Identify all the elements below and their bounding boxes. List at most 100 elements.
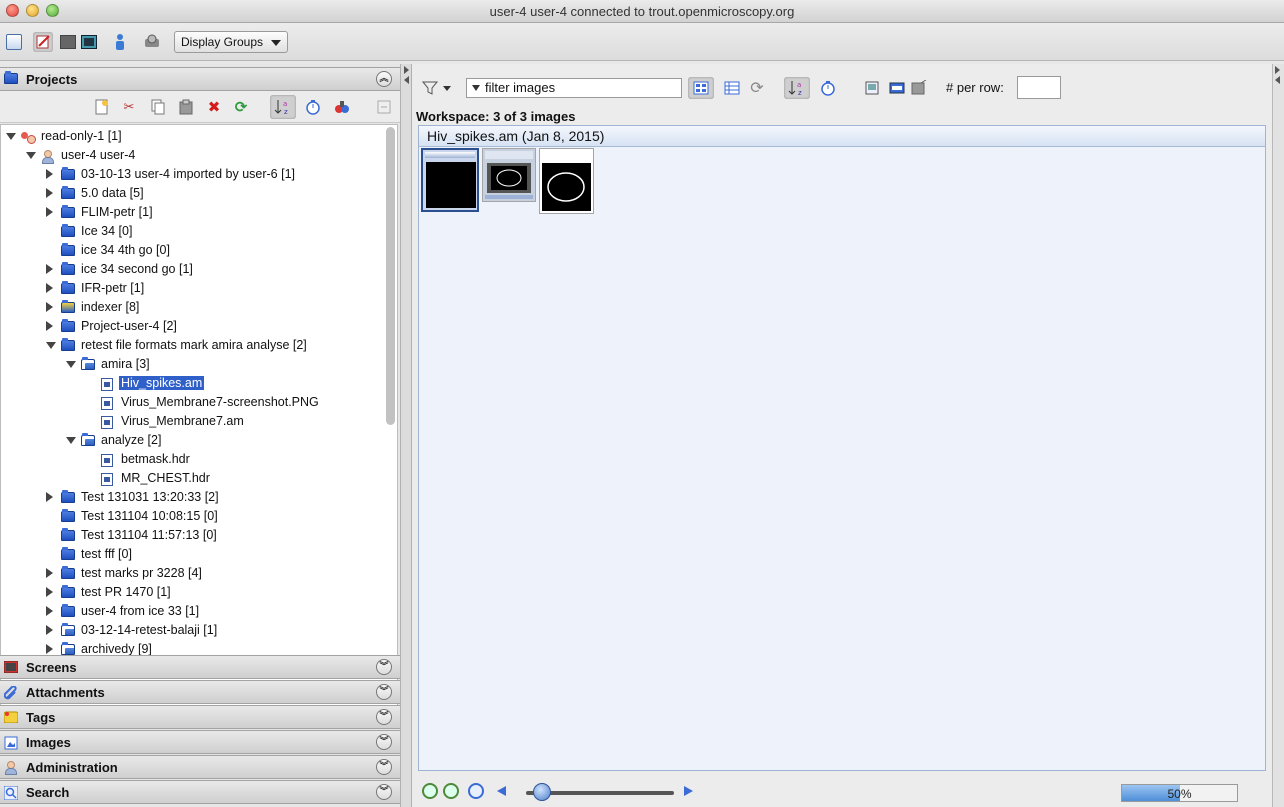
sort-by-date-icon[interactable]	[819, 79, 837, 97]
projects-section-header[interactable]: Projects ︽	[0, 67, 400, 91]
expand-section-icon[interactable]: ︾	[376, 784, 392, 800]
previous-arrow-icon[interactable]	[497, 786, 506, 796]
collapsed-triangle-icon[interactable]	[46, 587, 53, 597]
tree-row[interactable]: Virus_Membrane7.am	[1, 412, 381, 431]
tree-row[interactable]: read-only-1 [1]	[1, 127, 381, 146]
zoom-out-icon[interactable]	[422, 783, 438, 799]
paste-icon[interactable]	[178, 99, 194, 115]
zoom-slider-knob[interactable]	[532, 783, 551, 801]
screen-view-icon[interactable]	[79, 32, 99, 52]
filter-tags-icon[interactable]	[334, 99, 350, 115]
tree-row[interactable]: ice 34 4th go [0]	[1, 241, 381, 260]
images-section-header[interactable]: Images ︾	[0, 730, 400, 754]
collapsed-triangle-icon[interactable]	[46, 568, 53, 578]
magnify-icon[interactable]	[910, 79, 928, 97]
tree-row[interactable]: betmask.hdr	[1, 450, 381, 469]
expanded-triangle-icon[interactable]	[26, 152, 36, 159]
tree-row[interactable]: ice 34 second go [1]	[1, 260, 381, 279]
expand-section-icon[interactable]: ︾	[376, 734, 392, 750]
collapsed-triangle-icon[interactable]	[46, 606, 53, 616]
attachments-section-header[interactable]: Attachments ︾	[0, 680, 400, 704]
expand-section-icon[interactable]: ︾	[376, 684, 392, 700]
tree-row[interactable]: Virus_Membrane7-screenshot.PNG	[1, 393, 381, 412]
collapsed-triangle-icon[interactable]	[46, 492, 53, 502]
collapsed-triangle-icon[interactable]	[46, 283, 53, 293]
thumbnail-view-icon[interactable]	[688, 77, 714, 99]
tree-row[interactable]: test fff [0]	[1, 545, 381, 564]
tree-row[interactable]: Project-user-4 [2]	[1, 317, 381, 336]
filter-menu-icon[interactable]	[422, 79, 452, 97]
refresh-icon[interactable]: ⟳	[233, 99, 249, 116]
slideshow-icon[interactable]	[888, 79, 906, 97]
tree-row[interactable]: FLIM-petr [1]	[1, 203, 381, 222]
tree-scrollbar[interactable]	[386, 127, 395, 425]
tree-row[interactable]: test PR 1470 [1]	[1, 583, 381, 602]
collapse-all-icon[interactable]	[376, 99, 392, 115]
viewer-icon[interactable]	[58, 32, 78, 52]
refresh-icon[interactable]: ⟳	[748, 79, 766, 97]
collapsed-triangle-icon[interactable]	[46, 169, 53, 179]
tree-row[interactable]: 03-12-14-retest-balaji [1]	[1, 621, 381, 640]
expand-left-icon[interactable]	[1275, 76, 1280, 84]
projects-tree[interactable]: read-only-1 [1] user-4 user-4 03-10-13 use…	[0, 124, 398, 716]
tree-row[interactable]: IFR-petr [1]	[1, 279, 381, 298]
new-item-icon[interactable]	[94, 99, 110, 115]
tree-row[interactable]: 5.0 data [5]	[1, 184, 381, 203]
administration-section-header[interactable]: Administration ︾	[0, 755, 400, 779]
expand-section-icon[interactable]: ︾	[376, 659, 392, 675]
thumbnail-virus-membrane[interactable]	[539, 148, 594, 214]
sort-alphabetical-icon[interactable]: az	[784, 77, 810, 99]
cut-icon[interactable]: ✂	[121, 99, 137, 115]
collapsed-triangle-icon[interactable]	[46, 264, 53, 274]
screens-section-header[interactable]: Screens ︾	[0, 655, 400, 679]
thumbnail-workspace[interactable]: Hiv_spikes.am (Jan 8, 2015)	[418, 125, 1266, 771]
display-groups-dropdown[interactable]: Display Groups	[174, 31, 288, 53]
tree-row[interactable]: Ice 34 [0]	[1, 222, 381, 241]
tags-section-header[interactable]: Tags ︾	[0, 705, 400, 729]
search-section-header[interactable]: Search ︾	[0, 780, 400, 804]
thumbnail-virus-membrane-screenshot[interactable]	[482, 148, 536, 202]
tree-row[interactable]: Test 131031 13:20:33 [2]	[1, 488, 381, 507]
tree-row[interactable]: analyze [2]	[1, 431, 381, 450]
zoom-fit-icon[interactable]	[468, 783, 484, 799]
tree-row[interactable]: indexer [8]	[1, 298, 381, 317]
tools-icon[interactable]	[142, 32, 162, 52]
expand-left-icon[interactable]	[404, 76, 409, 84]
collapse-section-icon[interactable]: ︽	[376, 71, 392, 87]
tree-row[interactable]: MR_CHEST.hdr	[1, 469, 381, 488]
tree-row[interactable]: test marks pr 3228 [4]	[1, 564, 381, 583]
collapsed-triangle-icon[interactable]	[46, 644, 53, 654]
sort-by-date-icon[interactable]	[305, 99, 321, 115]
expand-right-icon[interactable]	[1275, 66, 1280, 74]
collapsed-triangle-icon[interactable]	[46, 321, 53, 331]
tree-row[interactable]: 03-10-13 user-4 imported by user-6 [1]	[1, 165, 381, 184]
thumbnail-hiv-spikes[interactable]	[421, 148, 479, 212]
copy-icon[interactable]	[150, 99, 166, 115]
expanded-triangle-icon[interactable]	[46, 342, 56, 349]
edit-notes-icon[interactable]	[33, 32, 53, 52]
delete-icon[interactable]: ✖	[206, 99, 222, 116]
expand-section-icon[interactable]: ︾	[376, 759, 392, 775]
next-arrow-icon[interactable]	[684, 786, 693, 796]
collapsed-triangle-icon[interactable]	[46, 625, 53, 635]
sort-alphabetical-icon[interactable]: az	[270, 95, 296, 119]
tree-row[interactable]: user-4 user-4	[1, 146, 381, 165]
expand-right-icon[interactable]	[404, 66, 409, 74]
expanded-triangle-icon[interactable]	[66, 437, 76, 444]
tree-row[interactable]: Hiv_spikes.am	[1, 374, 381, 393]
data-manager-icon[interactable]	[4, 32, 24, 52]
save-thumbnails-icon[interactable]	[863, 79, 881, 97]
collapsed-triangle-icon[interactable]	[46, 188, 53, 198]
collapsed-triangle-icon[interactable]	[46, 302, 53, 312]
filter-images-field[interactable]: filter images	[466, 78, 682, 98]
expand-section-icon[interactable]: ︾	[376, 709, 392, 725]
tree-row[interactable]: retest file formats mark amira analyse […	[1, 336, 381, 355]
tree-row[interactable]: Test 131104 10:08:15 [0]	[1, 507, 381, 526]
expanded-triangle-icon[interactable]	[6, 133, 16, 140]
chevron-down-icon[interactable]	[472, 85, 480, 91]
right-collapsed-panel[interactable]	[1272, 64, 1284, 807]
panel-splitter[interactable]	[400, 64, 412, 807]
tree-row[interactable]: Test 131104 11:57:13 [0]	[1, 526, 381, 545]
zoom-in-icon[interactable]	[443, 783, 459, 799]
tree-row[interactable]: user-4 from ice 33 [1]	[1, 602, 381, 621]
